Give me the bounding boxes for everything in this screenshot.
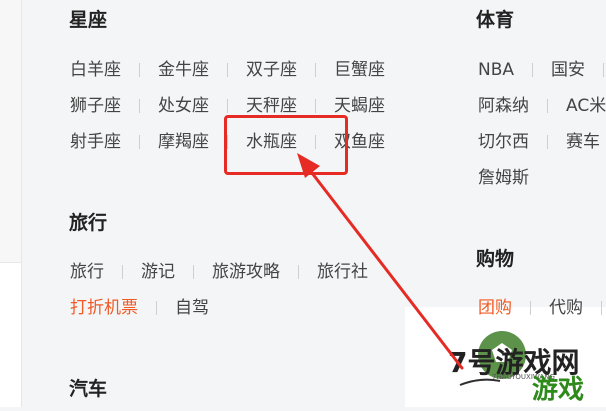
annotation-arrow [297, 153, 464, 370]
